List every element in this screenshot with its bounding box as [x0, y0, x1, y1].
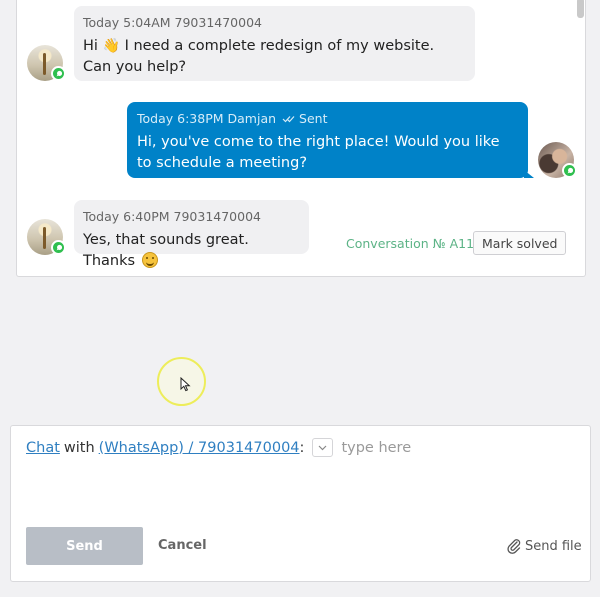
paperclip-icon — [507, 539, 521, 554]
conversation-number: Conversation № A113 — [346, 236, 482, 251]
send-button[interactable]: Send — [26, 527, 143, 565]
message-meta: Today 6:38PM Damjan Sent — [137, 111, 518, 126]
send-file-label: Send file — [525, 538, 582, 554]
channel-dropdown[interactable] — [312, 438, 334, 457]
with-label: with — [63, 439, 95, 456]
message-status: Sent — [299, 111, 328, 126]
message-bubble-outgoing: Today 6:38PM Damjan Sent Hi, you've come… — [127, 102, 528, 178]
mouse-pointer-icon — [180, 377, 191, 392]
whatsapp-icon — [51, 240, 66, 255]
chat-link[interactable]: Chat — [26, 440, 60, 456]
whatsapp-icon — [562, 163, 577, 178]
message-sender: 79031470004 — [173, 209, 261, 224]
message-time: Today 6:38PM — [137, 111, 224, 126]
recipient-link[interactable]: (WhatsApp) / 79031470004 — [99, 440, 300, 456]
message-text: Hi 👋 I need a complete redesign of my we… — [83, 38, 435, 75]
message-input[interactable] — [341, 439, 542, 456]
mark-solved-button[interactable]: Mark solved — [473, 231, 567, 255]
scrollbar-thumb[interactable] — [577, 0, 584, 18]
message-bubble-incoming: Today 5:04AM 79031470004 Hi 👋 I need a c… — [74, 6, 475, 81]
message-meta: Today 6:40PM 79031470004 — [83, 209, 300, 224]
smiling-face-icon — [141, 252, 158, 268]
message-text: Hi, you've come to the right place! Woul… — [137, 134, 500, 171]
bubble-tail — [524, 170, 534, 178]
chevron-down-icon — [319, 445, 327, 451]
message-composer: Chat with (WhatsApp) / 79031470004 : Sen… — [10, 425, 591, 582]
message-sender: 79031470004 — [174, 15, 262, 30]
whatsapp-icon — [51, 66, 66, 81]
cancel-button[interactable]: Cancel — [158, 538, 207, 553]
recipient-line: Chat with (WhatsApp) / 79031470004 : — [26, 438, 542, 457]
waving-hand-icon: 👋 — [102, 38, 120, 54]
send-file-button[interactable]: Send file — [507, 538, 582, 554]
message-time: Today 5:04AM — [83, 15, 171, 30]
colon-label: : — [299, 439, 305, 456]
message-bubble-incoming: Today 6:40PM 79031470004 Yes, that sound… — [74, 200, 309, 269]
message-meta: Today 5:04AM 79031470004 — [83, 15, 466, 30]
message-sender: Damjan — [227, 111, 277, 126]
message-time: Today 6:40PM — [83, 209, 170, 224]
double-check-icon — [282, 116, 295, 123]
message-text: Yes, that sounds great. Thanks — [83, 232, 249, 269]
